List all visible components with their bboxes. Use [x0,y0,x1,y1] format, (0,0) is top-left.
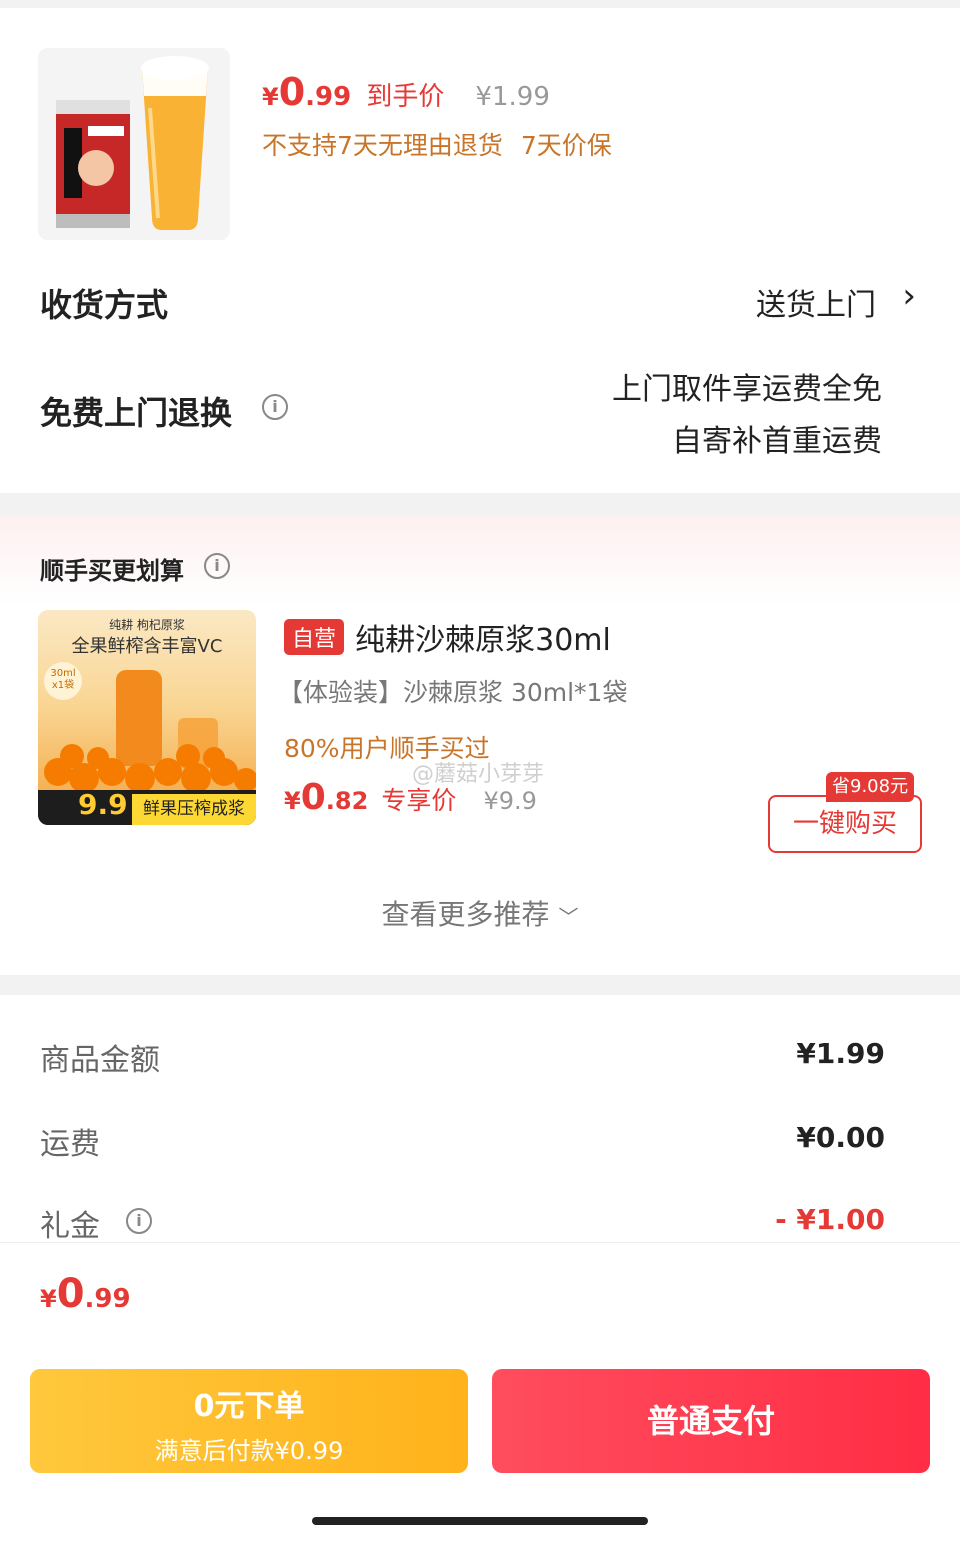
price-integer: 0 [300,777,326,818]
zero-yuan-order-button[interactable]: 0元下单 满意后付款¥0.99 [30,1369,468,1473]
summary-shipping-value: ¥0.00 [796,1121,885,1154]
delivery-method-value: 送货上门 [756,288,876,323]
price-decimal: .99 [84,1284,131,1314]
price-currency: ¥ [40,1285,57,1313]
no-return-policy: 不支持7天无理由退货 [262,131,503,160]
price-decimal: .99 [305,82,352,112]
original-price: ¥1.99 [475,82,550,112]
normal-pay-button[interactable]: 普通支付 [492,1369,930,1473]
summary-shipping-label: 运费 [40,1127,100,1162]
free-return-row: 免费上门退换 i 上门取件享运费全免 自寄补首重运费 [0,358,960,470]
order-item-card: ¥0.99 到手价 ¥1.99 不支持7天无理由退货 7天价保 收货方式 送货上… [0,8,960,493]
zero-order-subtitle: 满意后付款¥0.99 [154,1437,344,1465]
summary-goods-label: 商品金额 [40,1043,160,1078]
delivery-method-row[interactable]: 收货方式 送货上门 › [0,270,960,334]
price-integer: 0 [278,70,306,114]
price-currency: ¥ [284,787,301,815]
total-price: ¥0.99 [40,1271,131,1317]
free-return-label: 免费上门退换 [40,394,233,432]
free-return-line2: 自寄补首重运费 [672,424,882,459]
watermark: @蘑菇小芽芽 [412,762,545,787]
exclusive-price-label: 专享价 [381,786,457,815]
price-currency: ¥ [262,83,279,111]
summary-gift-label: 礼金 [40,1209,100,1244]
price-integer: 0 [56,1271,85,1317]
chevron-right-icon: › [902,276,916,316]
price-protect-policy: 7天价保 [520,131,612,160]
view-more-recommend[interactable]: 查看更多推荐 ﹀ [0,893,960,933]
price-summary: 商品金额 ¥1.99 运费 ¥0.00 礼金 i - ¥1.00 [0,995,960,1245]
free-return-line1: 上门取件享运费全免 [612,372,882,407]
info-icon[interactable]: i [262,394,288,420]
final-price-label: 到手价 [366,82,445,112]
recommend-card: 顺手买更划算 i 纯耕 枸杞原浆 全果鲜榨含丰富VC 30ml x1袋 9.9 … [0,515,960,975]
self-operated-tag: 自营 [284,619,345,655]
img-brand-text: 纯耕 枸杞原浆 [109,618,185,632]
one-click-buy-button[interactable]: 一键购买 [768,795,922,853]
product-price-row: ¥0.99 到手价 ¥1.99 [262,70,550,114]
summary-goods-value: ¥1.99 [796,1037,885,1070]
recommend-title-row[interactable]: 自营 纯耕沙棘原浆30ml [284,615,611,659]
summary-gift-value: - ¥1.00 [775,1203,885,1236]
recommend-spec: 【体验装】沙棘原浆 30ml*1袋 [278,678,628,707]
recommend-original-price: ¥9.9 [483,787,537,815]
price-decimal: .82 [325,787,369,815]
beer-product-icon [38,48,230,240]
recommend-title: 顺手买更划算 [40,557,184,585]
chevron-down-icon: ﹀ [558,905,579,929]
home-indicator[interactable] [312,1517,648,1525]
img-slogan-text: 全果鲜榨含丰富VC [71,636,223,657]
bottom-pay-bar: ¥0.99 0元下单 满意后付款¥0.99 普通支付 [0,1242,960,1541]
img-price: 9.9 [78,788,128,821]
delivery-method-label: 收货方式 [40,286,169,324]
product-image[interactable] [38,48,230,240]
product-policies: 不支持7天无理由退货 7天价保 [262,126,612,162]
zero-order-title: 0元下单 [193,1389,305,1424]
sea-buckthorn-illustration-icon [44,670,256,790]
info-icon[interactable]: i [204,553,230,579]
info-icon[interactable]: i [126,1208,152,1234]
recommend-product-name: 纯耕沙棘原浆30ml [355,623,611,658]
img-footer-text: 鲜果压榨成浆 [132,794,256,825]
view-more-label: 查看更多推荐 [381,898,550,931]
recommend-product-image[interactable]: 纯耕 枸杞原浆 全果鲜榨含丰富VC 30ml x1袋 9.9 鲜果压榨成浆 [38,610,256,825]
save-badge: 省9.08元 [826,772,915,802]
